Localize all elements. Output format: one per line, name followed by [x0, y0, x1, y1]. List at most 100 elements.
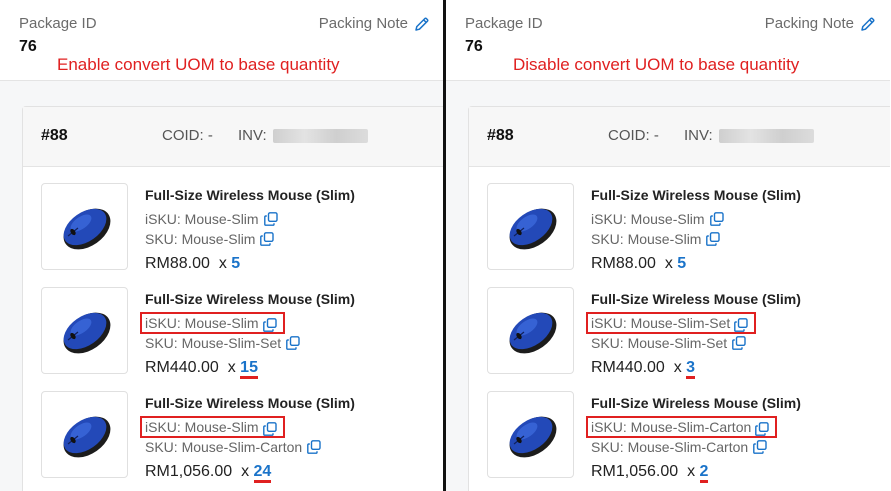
price-line: RM440.00 x 15: [145, 359, 258, 379]
order-card-header: #88 COID: - INV:: [23, 107, 444, 167]
item-quantity: 5: [677, 255, 687, 272]
times-sign: x: [227, 359, 236, 376]
copy-icon[interactable]: [732, 336, 746, 350]
item-price: RM88.00: [591, 255, 656, 272]
invoice-label: INV:: [238, 127, 267, 144]
sku-text: SKU: Mouse-Slim: [145, 231, 256, 247]
price-line: RM1,056.00 x 24: [145, 463, 272, 483]
order-number: #88: [41, 127, 68, 144]
isku-line: iSKU: Mouse-Slim: [140, 312, 285, 334]
product-image[interactable]: [487, 183, 574, 270]
item-quantity-highlighted: 2: [699, 463, 709, 483]
item-price: RM1,056.00: [145, 463, 233, 480]
sku-line: SKU: Mouse-Slim: [591, 231, 720, 247]
annotation-enable-convert: Enable convert UOM to base quantity: [57, 55, 340, 74]
redacted-invoice: [272, 128, 368, 143]
order-number: #88: [487, 127, 514, 144]
price-line: RM1,056.00 x 2: [591, 463, 709, 483]
product-image[interactable]: [41, 287, 128, 374]
copy-icon[interactable]: [263, 422, 277, 436]
copy-icon[interactable]: [753, 440, 767, 454]
package-id-value: 76: [19, 38, 37, 55]
wireless-mouse-image: [500, 306, 562, 356]
package-id-label: Package ID: [465, 15, 543, 32]
sku-text: SKU: Mouse-Slim-Set: [145, 335, 282, 351]
invoice-label: INV:: [684, 127, 713, 144]
sku-line: SKU: Mouse-Slim-Set: [145, 335, 300, 351]
list-item: Full-Size Wireless Mouse (Slim) iSKU: Mo…: [487, 287, 890, 387]
item-name: Full-Size Wireless Mouse (Slim): [591, 395, 801, 411]
order-card: #88 COID: - INV: Full-Size Wireless Mous…: [22, 106, 444, 491]
packing-note-button[interactable]: Packing Note: [765, 15, 876, 32]
invoice-field: INV:: [238, 127, 368, 144]
isku-line: iSKU: Mouse-Slim: [140, 416, 285, 438]
copy-icon[interactable]: [706, 232, 720, 246]
copy-icon[interactable]: [734, 318, 748, 332]
price-line: RM88.00 x 5: [591, 255, 686, 273]
isku-line: iSKU: Mouse-Slim: [145, 211, 278, 227]
copy-icon[interactable]: [260, 232, 274, 246]
item-price: RM440.00: [591, 359, 665, 376]
pencil-icon[interactable]: [860, 16, 876, 32]
times-sign: x: [218, 255, 227, 272]
package-id-label: Package ID: [19, 15, 97, 32]
isku-text: iSKU: Mouse-Slim: [145, 211, 259, 227]
times-sign: x: [673, 359, 682, 376]
right-panel: Package ID 76 Packing Note Disable conve…: [446, 0, 890, 491]
list-item: Full-Size Wireless Mouse (Slim) iSKU: Mo…: [487, 391, 890, 491]
wireless-mouse-image: [500, 410, 562, 460]
wireless-mouse-image: [500, 202, 562, 252]
item-price: RM440.00: [145, 359, 219, 376]
item-price: RM1,056.00: [591, 463, 679, 480]
wireless-mouse-image: [54, 306, 116, 356]
copy-icon[interactable]: [307, 440, 321, 454]
coid-label: COID: -: [162, 127, 213, 144]
isku-text: iSKU: Mouse-Slim: [591, 211, 705, 227]
product-image[interactable]: [41, 183, 128, 270]
list-item: Full-Size Wireless Mouse (Slim) iSKU: Mo…: [41, 287, 444, 387]
sku-line: SKU: Mouse-Slim: [145, 231, 274, 247]
isku-line: iSKU: Mouse-Slim: [591, 211, 724, 227]
isku-line: iSKU: Mouse-Slim-Carton: [586, 416, 778, 438]
copy-icon[interactable]: [264, 212, 278, 226]
order-card-header: #88 COID: - INV:: [469, 107, 890, 167]
item-quantity-highlighted: 15: [240, 359, 258, 379]
invoice-field: INV:: [684, 127, 814, 144]
item-quantity-highlighted: 24: [253, 463, 272, 483]
left-panel: Package ID 76 Packing Note Enable conver…: [0, 0, 444, 491]
isku-text-highlighted: iSKU: Mouse-Slim-Carton: [586, 416, 778, 438]
copy-icon[interactable]: [710, 212, 724, 226]
price-line: RM88.00 x 5: [145, 255, 240, 273]
order-card: #88 COID: - INV: Full-Size Wireless Mous…: [468, 106, 890, 491]
item-quantity: 5: [231, 255, 241, 272]
product-image[interactable]: [487, 391, 574, 478]
wireless-mouse-image: [54, 202, 116, 252]
packing-note-label: Packing Note: [318, 15, 408, 32]
item-name: Full-Size Wireless Mouse (Slim): [145, 187, 355, 203]
isku-line: iSKU: Mouse-Slim-Set: [586, 312, 757, 334]
item-quantity-highlighted: 3: [686, 359, 696, 379]
item-name: Full-Size Wireless Mouse (Slim): [145, 395, 355, 411]
sku-line: SKU: Mouse-Slim-Set: [591, 335, 746, 351]
sku-text: SKU: Mouse-Slim: [591, 231, 702, 247]
sku-text: SKU: Mouse-Slim-Set: [591, 335, 728, 351]
product-image[interactable]: [41, 391, 128, 478]
copy-icon[interactable]: [755, 422, 769, 436]
times-sign: x: [664, 255, 673, 272]
packing-note-button[interactable]: Packing Note: [319, 15, 430, 32]
copy-icon[interactable]: [286, 336, 300, 350]
sku-text: SKU: Mouse-Slim-Carton: [145, 439, 303, 455]
product-image[interactable]: [487, 287, 574, 374]
times-sign: x: [241, 463, 250, 480]
copy-icon[interactable]: [263, 318, 277, 332]
sku-line: SKU: Mouse-Slim-Carton: [591, 439, 767, 455]
sku-text: SKU: Mouse-Slim-Carton: [591, 439, 749, 455]
times-sign: x: [687, 463, 696, 480]
wireless-mouse-image: [54, 410, 116, 460]
list-item: Full-Size Wireless Mouse (Slim) iSKU: Mo…: [41, 183, 444, 283]
item-name: Full-Size Wireless Mouse (Slim): [591, 291, 801, 307]
pencil-icon[interactable]: [414, 16, 430, 32]
item-name: Full-Size Wireless Mouse (Slim): [591, 187, 801, 203]
list-item: Full-Size Wireless Mouse (Slim) iSKU: Mo…: [487, 183, 890, 283]
annotation-disable-convert: Disable convert UOM to base quantity: [513, 55, 800, 74]
